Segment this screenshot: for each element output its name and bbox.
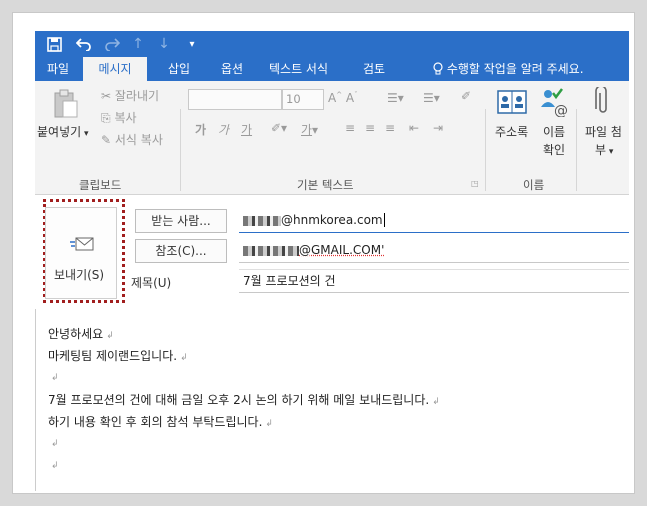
copy-icon: ⎘ xyxy=(101,111,111,125)
to-field[interactable]: @hnmkorea.com xyxy=(239,209,629,233)
ribbon: 붙여넣기 ▾ ✂ 잘라내기 ⎘ 복사 ✎ 서식 복사 클립보드 10 A^ Aˇ… xyxy=(35,81,629,195)
align-center-icon[interactable]: ≡ xyxy=(365,121,375,135)
highlight-icon[interactable]: ✐▾ xyxy=(271,121,287,135)
quick-access-toolbar: ↑ ↓ ▾ xyxy=(35,31,629,57)
align-right-icon[interactable]: ≡ xyxy=(385,121,395,135)
message-body[interactable]: 안녕하세요 ↲ 마케팅팀 제이랜드입니다. ↲ ↲ 7월 프로모션의 건에 대해 금… xyxy=(35,309,629,491)
outlook-compose-window: ↑ ↓ ▾ 파일 메시지 삽입 옵션 텍스트 서식 검토 수행할 작업을 알려 … xyxy=(35,19,629,491)
body-line: 마케팅팀 제이랜드입니다. ↲ xyxy=(48,349,188,363)
cut-icon: ✂ xyxy=(101,89,112,103)
cut-button[interactable]: ✂ 잘라내기 xyxy=(101,87,159,104)
send-button[interactable]: 보내기(S) xyxy=(45,207,117,299)
redacted-text xyxy=(243,215,281,226)
numbering-icon[interactable]: ☰▾ xyxy=(423,91,440,105)
font-name-box[interactable] xyxy=(188,89,282,110)
cc-button[interactable]: 참조(C)... xyxy=(135,239,227,263)
down-arrow-icon[interactable]: ↓ xyxy=(155,34,173,54)
grow-font-icon[interactable]: A^ Aˇ xyxy=(328,91,358,105)
font-size-box[interactable]: 10 xyxy=(282,89,324,110)
tab-format-text[interactable]: 텍스트 서식 xyxy=(261,57,336,81)
attach-file-button-line2[interactable]: 부 ▾ xyxy=(595,141,613,158)
check-names-icon[interactable]: @ xyxy=(539,87,569,121)
names-group-label: 이름 xyxy=(523,178,545,192)
align-left-icon[interactable]: ≡ xyxy=(345,121,355,135)
group-divider xyxy=(576,109,577,191)
cc-field[interactable]: @GMAIL.COM' xyxy=(239,239,629,263)
underline-icon[interactable]: 가 xyxy=(241,121,252,138)
body-line: 하기 내용 확인 후 회의 참석 부탁드립니다. ↲ xyxy=(48,415,273,429)
redo-icon[interactable] xyxy=(103,34,121,54)
paste-icon[interactable] xyxy=(51,89,79,123)
ribbon-tabs: 파일 메시지 삽입 옵션 텍스트 서식 검토 수행할 작업을 알려 주세요. xyxy=(35,57,629,81)
body-line: 7월 프로모션의 건에 대해 금일 오후 2시 논의 하기 위해 메일 보내드립… xyxy=(48,393,440,407)
tab-file[interactable]: 파일 xyxy=(39,57,77,81)
body-line: 안녕하세요 ↲ xyxy=(48,327,114,341)
tab-review[interactable]: 검토 xyxy=(355,57,393,81)
tab-insert[interactable]: 삽입 xyxy=(160,57,198,81)
send-icon xyxy=(70,236,94,256)
format-painter-button[interactable]: ✎ 서식 복사 xyxy=(101,131,163,148)
paste-button-label[interactable]: 붙여넣기 ▾ xyxy=(37,123,89,140)
bold-icon[interactable]: 가 xyxy=(195,121,206,138)
address-book-icon[interactable] xyxy=(497,89,527,119)
italic-icon[interactable]: 가 xyxy=(218,121,229,138)
lightbulb-icon xyxy=(433,62,447,76)
send-button-label: 보내기(S) xyxy=(54,268,105,282)
save-icon[interactable] xyxy=(45,34,63,54)
dialog-launcher-icon[interactable]: ◳ xyxy=(471,179,479,188)
subject-field[interactable]: 7월 프로모션의 건 xyxy=(239,269,629,293)
redacted-text xyxy=(243,245,299,256)
customize-icon[interactable]: ▾ xyxy=(183,34,201,54)
address-book-button[interactable]: 주소록 xyxy=(495,123,528,140)
copy-button[interactable]: ⎘ 복사 xyxy=(101,109,137,126)
svg-text:@: @ xyxy=(554,103,568,117)
group-divider xyxy=(485,109,486,191)
up-arrow-icon[interactable]: ↑ xyxy=(129,34,147,54)
attach-file-icon[interactable] xyxy=(595,85,611,121)
check-names-button-line2[interactable]: 확인 xyxy=(543,141,565,158)
to-button[interactable]: 받는 사람... xyxy=(135,209,227,233)
indent-icon[interactable]: ⇥ xyxy=(433,121,443,135)
undo-icon[interactable] xyxy=(75,34,93,54)
outdent-icon[interactable]: ⇤ xyxy=(409,121,419,135)
clear-format-icon[interactable]: ✐ xyxy=(461,89,471,103)
body-line: ↲ xyxy=(51,439,59,449)
bullets-icon[interactable]: ☰▾ xyxy=(387,91,404,105)
font-color-icon[interactable]: 가▾ xyxy=(301,121,318,138)
body-line: ↲ xyxy=(51,461,59,471)
screenshot-frame: ↑ ↓ ▾ 파일 메시지 삽입 옵션 텍스트 서식 검토 수행할 작업을 알려 … xyxy=(12,12,635,494)
basic-text-group-label: 기본 텍스트 xyxy=(297,178,354,192)
subject-label: 제목(U) xyxy=(131,276,172,290)
format-painter-icon: ✎ xyxy=(101,133,112,147)
clipboard-group-label: 클립보드 xyxy=(79,178,122,192)
tab-message[interactable]: 메시지 xyxy=(83,57,147,81)
group-divider xyxy=(180,109,181,191)
body-line: ↲ xyxy=(51,373,59,383)
tab-options[interactable]: 옵션 xyxy=(213,57,251,81)
check-names-button-line1[interactable]: 이름 xyxy=(543,123,565,140)
tell-me-box[interactable]: 수행할 작업을 알려 주세요. xyxy=(425,57,592,81)
tell-me-text: 수행할 작업을 알려 주세요. xyxy=(446,62,584,76)
attach-file-button-line1[interactable]: 파일 첨 xyxy=(585,123,622,140)
